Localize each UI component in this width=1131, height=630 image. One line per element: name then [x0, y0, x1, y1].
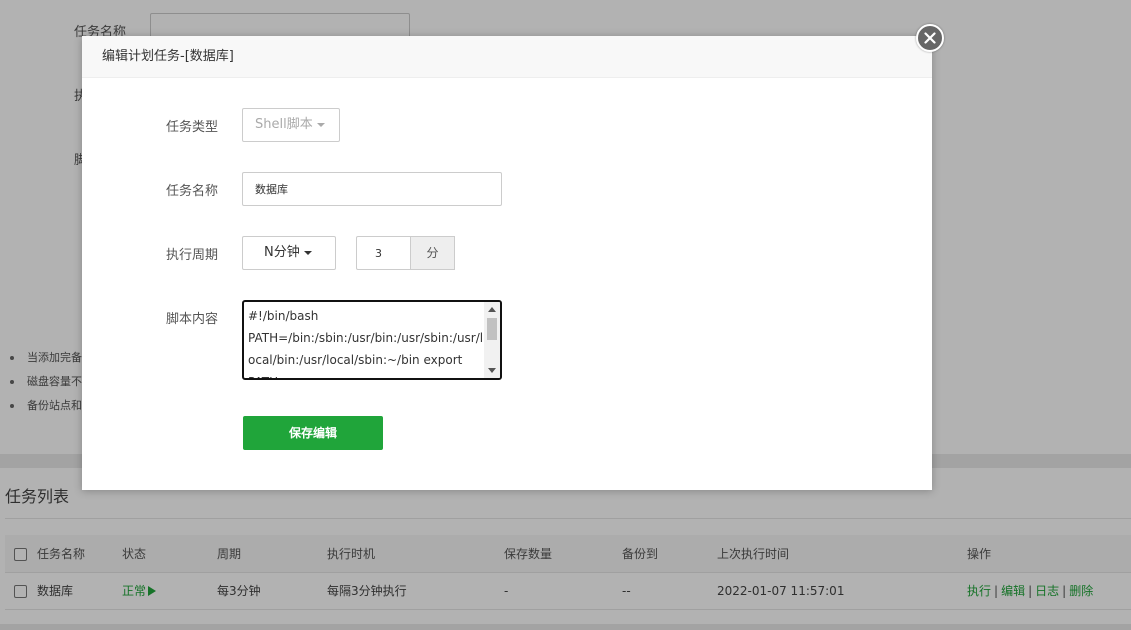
- scroll-up-arrow-icon[interactable]: [488, 307, 496, 312]
- save-edit-button[interactable]: 保存编辑: [243, 416, 383, 450]
- cycle-minutes-input[interactable]: [356, 236, 411, 270]
- script-textarea[interactable]: #!/bin/bash PATH=/bin:/sbin:/usr/bin:/us…: [242, 300, 502, 380]
- task-name-label: 任务名称: [166, 184, 219, 199]
- scroll-thumb[interactable]: [487, 318, 497, 340]
- task-type-select[interactable]: Shell脚本: [242, 108, 340, 142]
- close-icon: [924, 32, 936, 44]
- cycle-select[interactable]: N分钟: [242, 236, 336, 270]
- cycle-label: 执行周期: [166, 248, 219, 263]
- task-name-input[interactable]: [242, 172, 502, 206]
- close-dialog-button[interactable]: [916, 24, 944, 52]
- edit-task-dialog: 编辑计划任务-[数据库] 任务类型 Shell脚本 任务名称 执行周期 N分钟 …: [82, 36, 932, 490]
- script-label: 脚本内容: [166, 312, 219, 327]
- script-scrollbar[interactable]: [484, 302, 500, 378]
- task-type-label: 任务类型: [166, 120, 219, 135]
- cycle-value: N分钟: [264, 245, 300, 260]
- cycle-unit-addon: 分: [411, 236, 455, 270]
- task-type-value: Shell脚本: [255, 117, 313, 132]
- caret-down-icon: [316, 122, 325, 127]
- dialog-title: 编辑计划任务-[数据库]: [82, 36, 932, 78]
- scroll-down-arrow-icon[interactable]: [488, 368, 496, 373]
- script-content: #!/bin/bash PATH=/bin:/sbin:/usr/bin:/us…: [248, 309, 484, 378]
- caret-down-icon: [303, 250, 312, 255]
